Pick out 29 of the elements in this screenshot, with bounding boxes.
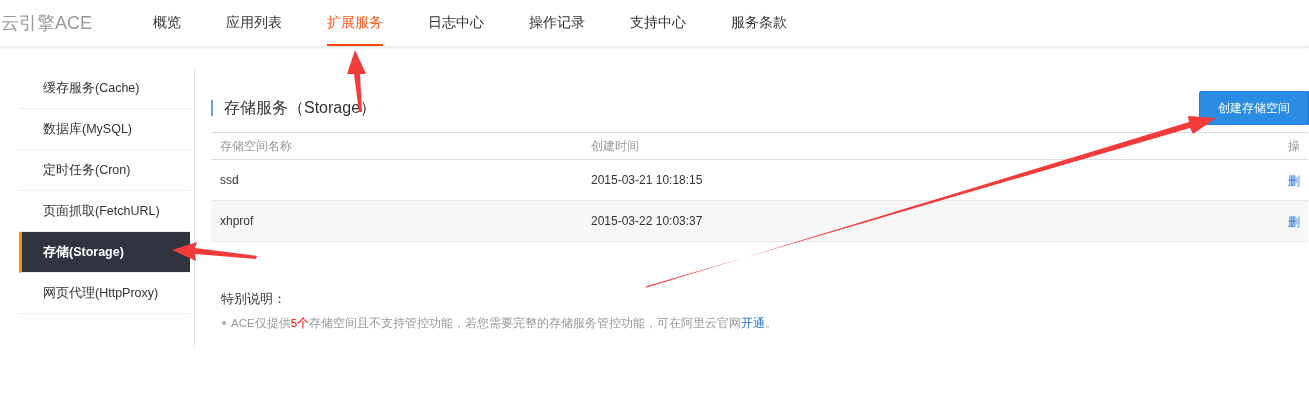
sidebar-item[interactable]: 数据库(MySQL) bbox=[19, 109, 190, 150]
sidebar-item[interactable]: 缓存服务(Cache) bbox=[19, 68, 190, 109]
table-cell-text: 2015-03-22 10:03:37 bbox=[590, 213, 704, 230]
column-header: 存储空间名称 bbox=[219, 138, 293, 155]
column-header: 创建时间 bbox=[590, 138, 640, 155]
note-text: ACE仅提供 bbox=[231, 315, 291, 331]
logo-text: 云引擎ACE bbox=[0, 11, 93, 35]
nav-tab[interactable]: 操作记录 bbox=[529, 0, 585, 46]
nav-tab[interactable]: 概览 bbox=[153, 0, 181, 46]
note-text: 存储空间且不支持管控功能，若您需要完整的存储服务管控功能，可在阿里云官网 bbox=[309, 315, 742, 331]
sidebar-item[interactable]: 网页代理(HttpProxy) bbox=[19, 273, 190, 314]
note-highlight: 5个 bbox=[290, 315, 310, 331]
table-cell-text: xhprof bbox=[219, 213, 255, 230]
open-link[interactable]: 开通 bbox=[741, 314, 766, 332]
delete-link[interactable]: 删 bbox=[1288, 215, 1300, 229]
nav-tab[interactable]: 应用列表 bbox=[226, 0, 282, 46]
note-text: 。 bbox=[765, 315, 778, 331]
table-cell-text: 2015-03-21 10:18:15 bbox=[590, 172, 704, 189]
create-storage-button[interactable]: 创建存储空间 bbox=[1199, 90, 1309, 125]
note-title: 特别说明： bbox=[221, 290, 287, 308]
sidebar-item[interactable]: 存储(Storage) bbox=[19, 232, 190, 273]
bullet-icon bbox=[222, 321, 226, 326]
nav-tab[interactable]: 日志中心 bbox=[428, 0, 484, 46]
sidebar-item[interactable]: 定时任务(Cron) bbox=[19, 150, 190, 191]
nav-tab[interactable]: 服务条款 bbox=[731, 0, 787, 46]
nav-tab[interactable]: 支持中心 bbox=[630, 0, 686, 46]
delete-link[interactable]: 删 bbox=[1288, 174, 1300, 188]
table-cell-text: ssd bbox=[219, 172, 240, 189]
column-header: 操 bbox=[1287, 138, 1301, 155]
